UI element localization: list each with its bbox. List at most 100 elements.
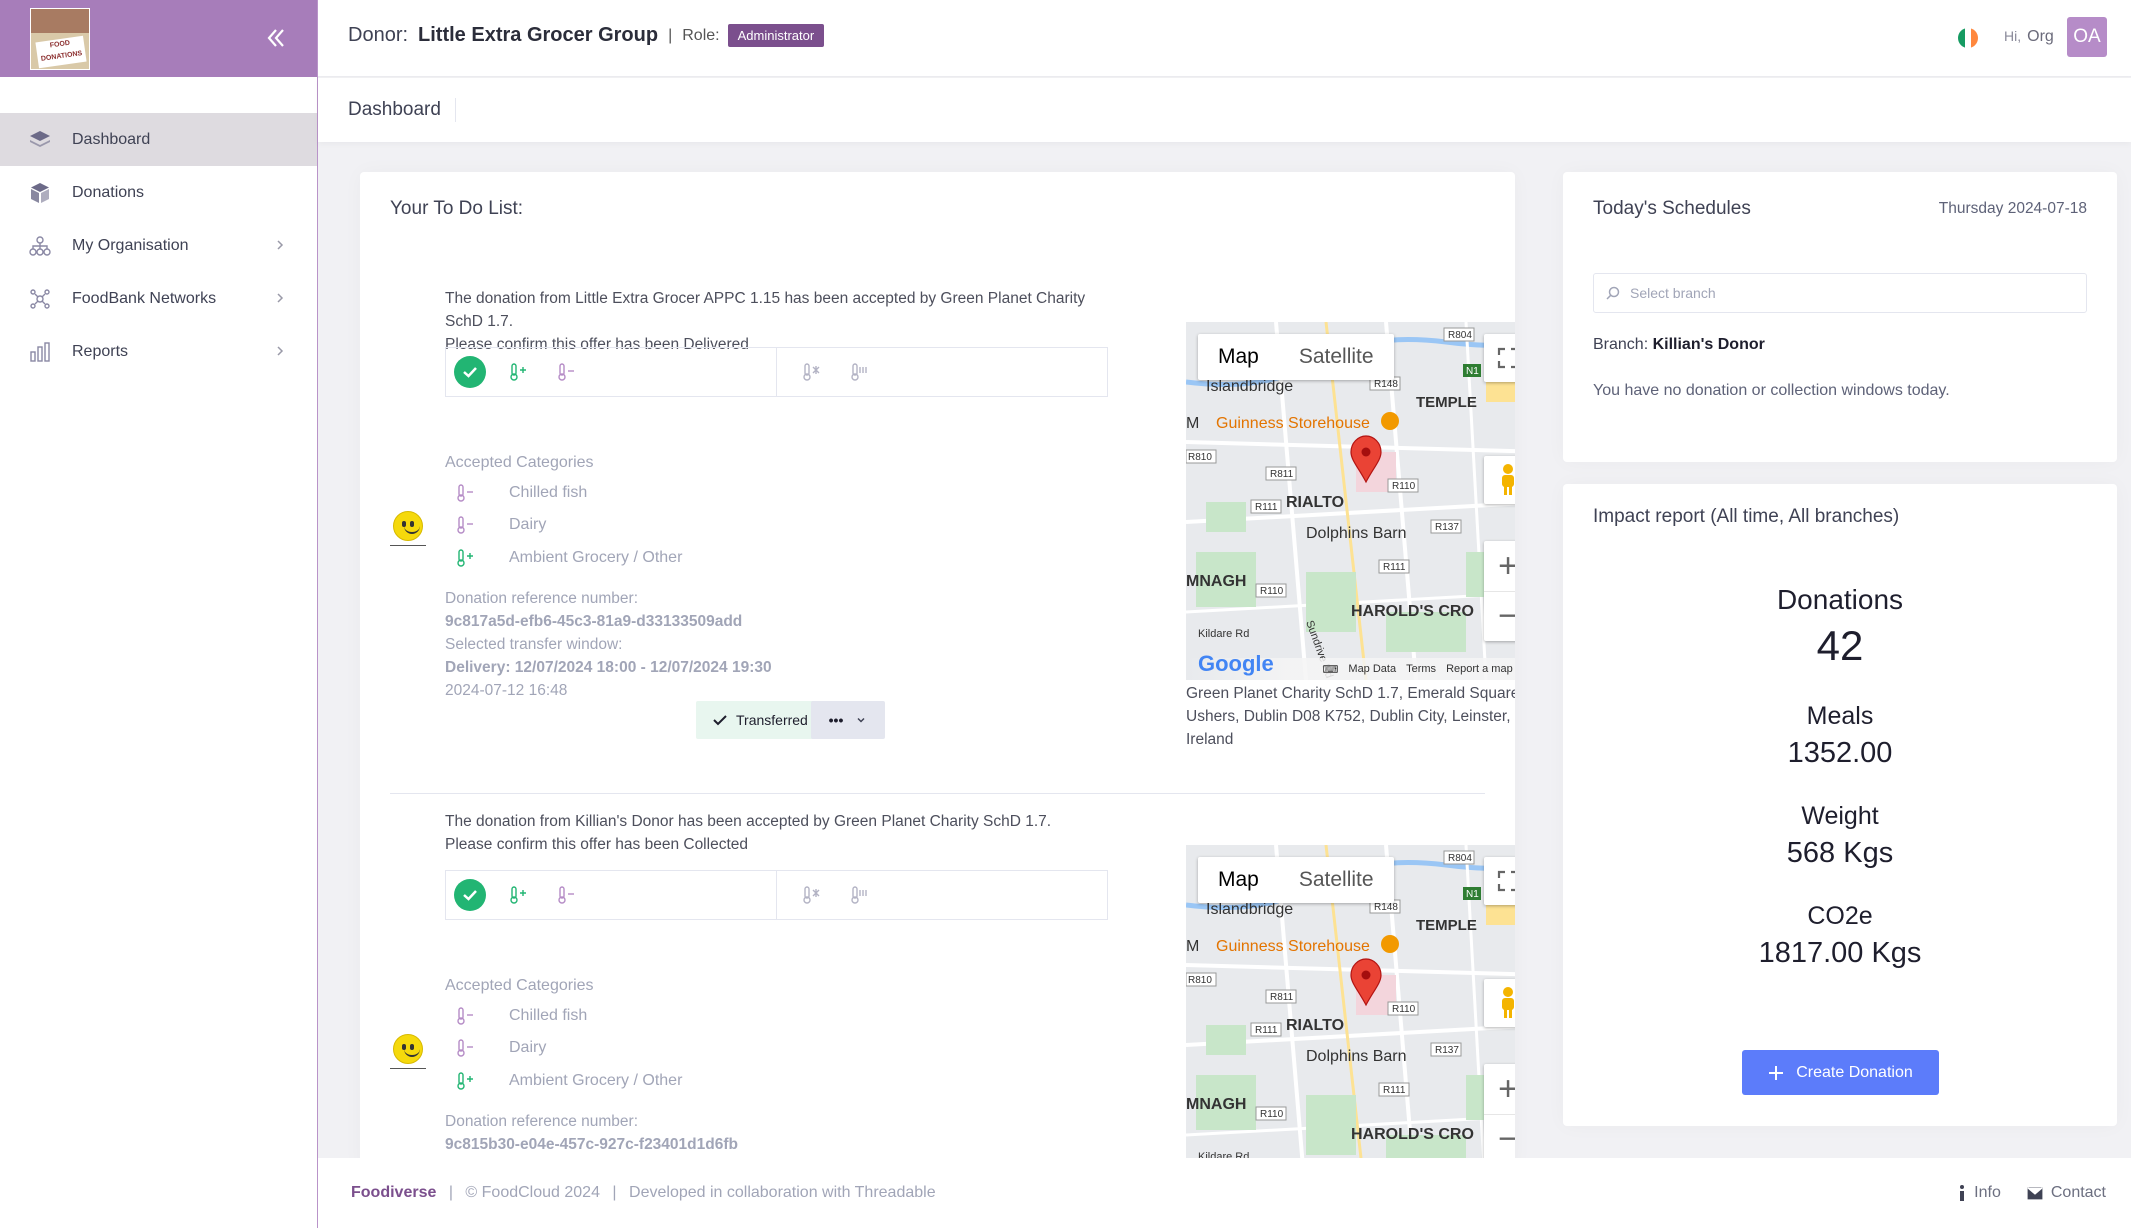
check-circle-icon	[454, 356, 486, 388]
footer-brand[interactable]: Foodiverse	[351, 1184, 436, 1201]
meals-value: 1352.00	[1787, 737, 1893, 769]
sidebar-item-label: Donations	[72, 183, 145, 201]
map-view[interactable]: Islandbridge TEMPLE Guinness Storehouse …	[1186, 845, 1515, 1172]
ireland-flag-icon[interactable]	[1958, 28, 1978, 48]
todo-message: The donation from Little Extra Grocer AP…	[445, 290, 1086, 353]
map-tab[interactable]: Map	[1198, 857, 1279, 903]
donor-info: Donor: Little Extra Grocer Group | Role:…	[348, 24, 825, 47]
ellipsis-icon: •••	[828, 712, 844, 728]
sidebar-item-foodbank-networks[interactable]: FoodBank Networks	[0, 272, 317, 325]
svg-text:R137: R137	[1435, 522, 1459, 533]
more-actions-button[interactable]: •••	[811, 701, 885, 739]
svg-text:R804: R804	[1448, 853, 1472, 864]
street-view-icon[interactable]	[1484, 979, 1515, 1027]
todo-title: Your To Do List:	[390, 198, 524, 219]
svg-text:R111: R111	[1383, 562, 1406, 573]
role-badge: Administrator	[727, 24, 825, 47]
satellite-tab[interactable]: Satellite	[1279, 334, 1394, 380]
map-data-link[interactable]: Map Data	[1348, 663, 1396, 675]
temperature-status-box	[445, 347, 1108, 397]
keyboard-icon[interactable]: ⌨	[1323, 663, 1339, 676]
svg-text:R804: R804	[1448, 330, 1472, 341]
sidebar-item-dashboard[interactable]: Dashboard	[0, 113, 317, 166]
svg-text:TEMPLE: TEMPLE	[1416, 917, 1477, 934]
svg-text:R810: R810	[1188, 452, 1212, 463]
svg-text:Dolphins Barn: Dolphins Barn	[1306, 1048, 1407, 1065]
svg-text:HAROLD'S CRO: HAROLD'S CRO	[1351, 603, 1474, 620]
sidebar-brand: FOOD DONATIONS	[0, 0, 317, 77]
thermometer-ambient-icon	[843, 879, 875, 911]
collapse-sidebar-icon[interactable]	[262, 24, 290, 52]
svg-text:MNAGH: MNAGH	[1186, 573, 1246, 590]
svg-text:Guinness Storehouse: Guinness Storehouse	[1216, 938, 1370, 955]
svg-text:Islandbridge: Islandbridge	[1206, 378, 1293, 395]
branch-name: Killian's Donor	[1652, 336, 1765, 353]
svg-text:R137: R137	[1435, 1045, 1459, 1056]
sidebar-item-donations[interactable]: Donations	[0, 166, 317, 219]
category-item: Dairy	[445, 513, 546, 537]
footer: Foodiverse | © FoodCloud 2024 | Develope…	[318, 1158, 2131, 1228]
fullscreen-icon[interactable]	[1484, 857, 1515, 905]
chevron-down-icon	[857, 717, 865, 723]
check-icon	[713, 715, 727, 726]
zoom-in-button[interactable]: +	[1484, 541, 1515, 591]
box-icon	[28, 181, 52, 205]
user-name: Org	[2027, 28, 2054, 45]
branch-select-placeholder: Select branch	[1630, 285, 1716, 301]
weight-label: Weight	[1801, 802, 1879, 830]
zoom-in-button[interactable]: +	[1484, 1064, 1515, 1114]
fullscreen-icon[interactable]	[1484, 334, 1515, 382]
svg-text:Kildare Rd: Kildare Rd	[1198, 628, 1249, 640]
category-item: Chilled fish	[445, 1004, 587, 1028]
recipient-address: Green Planet Charity SchD 1.7, Emerald S…	[1186, 685, 1515, 748]
timestamp: 2024-07-12 16:48	[445, 682, 568, 699]
schedule-date: Thursday 2024-07-18	[1938, 200, 2087, 217]
role-label: Role:	[682, 26, 720, 44]
branch-select[interactable]: Select branch	[1593, 273, 2087, 313]
map-view[interactable]: Islandbridge TEMPLE Guinness Storehouse …	[1186, 322, 1515, 680]
zoom-out-button[interactable]: −	[1484, 1114, 1515, 1164]
svg-text:M: M	[1186, 938, 1199, 955]
contact-link[interactable]: Contact	[2026, 1184, 2106, 1202]
network-icon	[28, 287, 52, 311]
user-greeting[interactable]: Hi, Org	[2004, 28, 2054, 46]
info-link[interactable]: Info	[1958, 1184, 2001, 1202]
svg-text:Islandbridge: Islandbridge	[1206, 901, 1293, 918]
smiley-icon	[390, 511, 426, 547]
chevron-right-icon	[273, 344, 287, 358]
satellite-tab[interactable]: Satellite	[1279, 857, 1394, 903]
donation-meta: Donation reference number: 9c817a5d-efb6…	[445, 587, 772, 702]
avatar[interactable]: OA	[2067, 17, 2107, 57]
svg-text:Dolphins Barn: Dolphins Barn	[1306, 525, 1407, 542]
svg-text:R110: R110	[1392, 481, 1416, 492]
footer-left: Foodiverse | © FoodCloud 2024 | Develope…	[351, 1184, 936, 1201]
svg-text:R110: R110	[1260, 1109, 1284, 1120]
donation-reference: 9c817a5d-efb6-45c3-81a9-d33133509add	[445, 613, 743, 630]
zoom-out-button[interactable]: −	[1484, 591, 1515, 641]
todo-item: The donation from Little Extra Grocer AP…	[390, 287, 1515, 787]
collab-text: Developed in collaboration with Threadab…	[629, 1184, 936, 1201]
bar-chart-icon	[28, 340, 52, 364]
report-map-error-link[interactable]: Report a map error	[1446, 663, 1515, 675]
map-tab[interactable]: Map	[1198, 334, 1279, 380]
schedules-title: Today's Schedules	[1593, 198, 1751, 219]
category-item: Dairy	[445, 1036, 546, 1060]
thermometer-frozen-icon	[795, 356, 827, 388]
donor-name: Little Extra Grocer Group	[418, 24, 659, 46]
svg-text:Guinness Storehouse: Guinness Storehouse	[1216, 415, 1370, 432]
street-view-icon[interactable]	[1484, 456, 1515, 504]
transferred-button[interactable]: Transferred	[696, 701, 824, 739]
svg-text:TEMPLE: TEMPLE	[1416, 394, 1477, 411]
sidebar-item-label: Reports	[72, 342, 129, 360]
terms-link[interactable]: Terms	[1406, 663, 1436, 675]
sidebar-item-my-organisation[interactable]: My Organisation	[0, 219, 317, 272]
search-icon	[1606, 286, 1620, 300]
google-logo[interactable]: Google	[1198, 651, 1274, 677]
create-donation-button[interactable]: Create Donation	[1742, 1050, 1939, 1095]
thermometer-minus-icon	[453, 1036, 477, 1060]
sidebar-item-reports[interactable]: Reports	[0, 325, 317, 378]
svg-text:M: M	[1186, 415, 1199, 432]
org-chart-icon	[28, 234, 52, 258]
logo[interactable]: FOOD DONATIONS	[30, 8, 90, 70]
divider	[390, 793, 1485, 794]
